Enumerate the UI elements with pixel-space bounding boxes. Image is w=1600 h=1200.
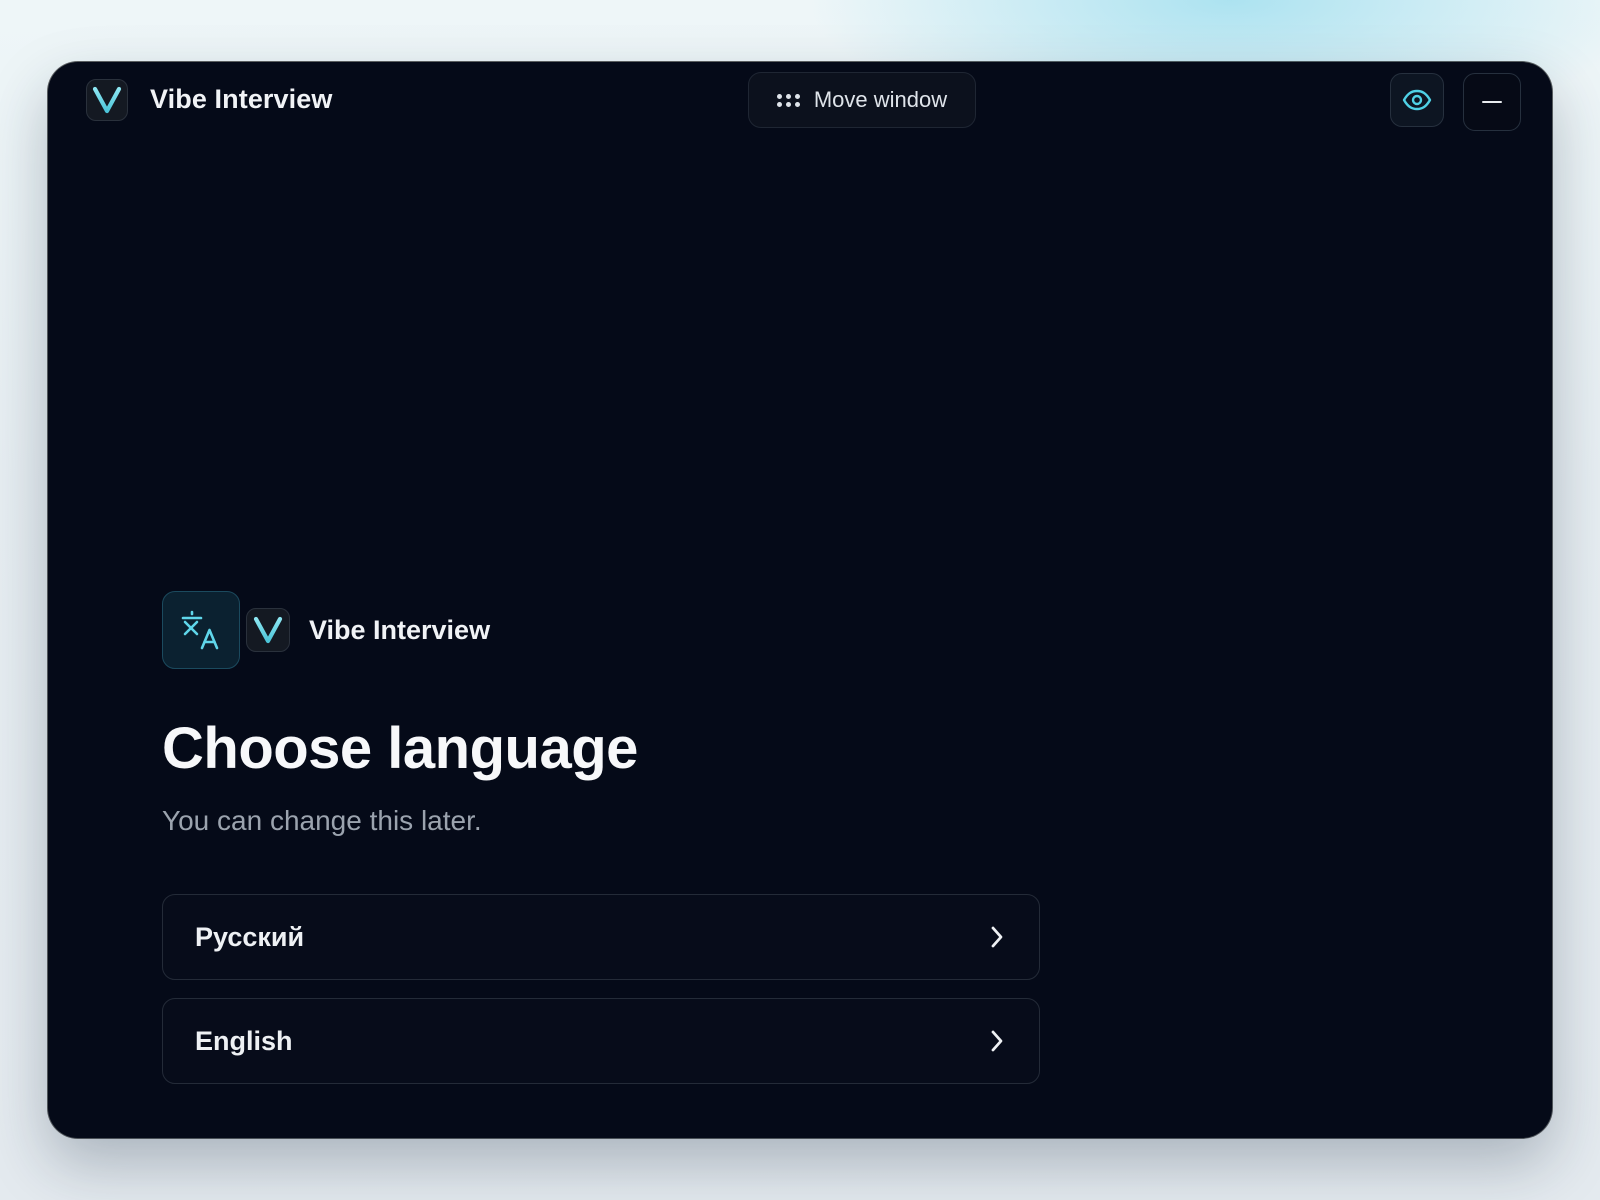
language-option-russian[interactable]: Русский	[162, 894, 1040, 980]
app-logo	[86, 79, 128, 121]
brand-row: Vibe Interview	[162, 590, 1040, 670]
move-window-button[interactable]: Move window	[748, 72, 976, 128]
visibility-toggle-button[interactable]	[1390, 73, 1444, 127]
drag-handle-icon	[776, 93, 800, 107]
chevron-right-icon	[991, 1030, 1003, 1052]
title-bar: Vibe Interview Move window	[48, 62, 1552, 142]
page-title: Choose language	[162, 716, 638, 781]
language-label: English	[195, 1025, 293, 1056]
page-subtitle: You can change this later.	[162, 805, 482, 836]
minimize-button[interactable]	[1463, 73, 1521, 131]
brand-logo	[246, 608, 290, 652]
language-option-english[interactable]: English	[162, 998, 1040, 1084]
language-list: Русский English	[162, 894, 1040, 1084]
minus-icon	[1482, 100, 1502, 104]
eye-icon	[1402, 89, 1432, 111]
language-label: Русский	[195, 921, 305, 952]
app-title: Vibe Interview	[150, 84, 333, 114]
v-logo-icon	[92, 86, 122, 114]
v-logo-icon	[253, 616, 283, 644]
brand-name: Vibe Interview	[309, 614, 491, 645]
move-window-label: Move window	[813, 87, 948, 112]
app-window: Vibe Interview Move window Vibe Intervie…	[48, 62, 1552, 1138]
translate-icon	[162, 591, 240, 669]
chevron-right-icon	[991, 926, 1003, 948]
language-onboarding: Vibe Interview Choose language You can c…	[162, 590, 1040, 1084]
